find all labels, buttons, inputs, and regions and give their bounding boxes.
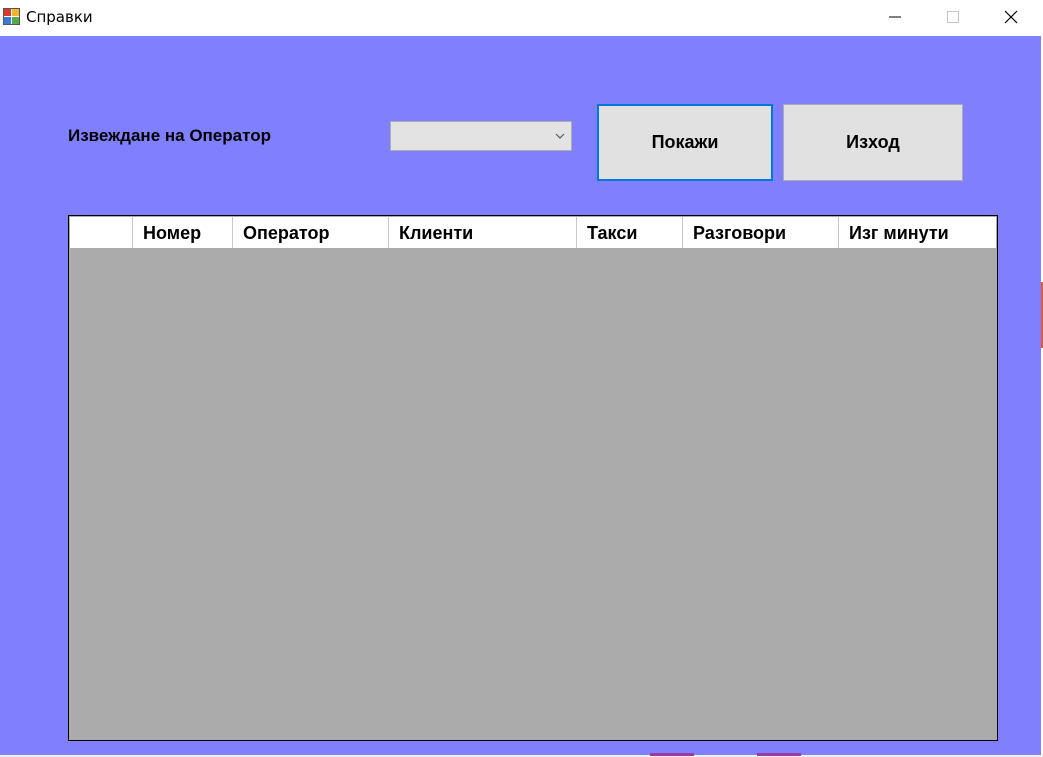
minimize-icon — [889, 16, 901, 18]
close-button[interactable] — [982, 0, 1040, 34]
operator-label: Извеждане на Оператор — [68, 126, 271, 145]
column-header-number[interactable]: Номер — [133, 217, 233, 248]
grid-header-row: Номер Оператор Клиенти Такси Разговори И… — [70, 217, 996, 248]
maximize-icon — [947, 11, 959, 23]
background-window-fragment — [650, 753, 694, 756]
form-client-area: Извеждане на Оператор Покажи Изход Номер… — [0, 36, 1041, 755]
operator-select[interactable] — [390, 121, 572, 151]
chevron-down-icon — [555, 133, 565, 139]
operators-data-grid[interactable]: Номер Оператор Клиенти Такси Разговори И… — [68, 215, 998, 741]
column-header-calls[interactable]: Разговори — [683, 217, 839, 248]
window-title: Справки — [26, 8, 93, 26]
background-window-fragment — [757, 753, 801, 756]
title-bar[interactable]: Справки — [0, 0, 1043, 36]
reports-window: Справки Извеждане на Оператор Покажи Изх… — [0, 0, 1043, 757]
row-header-corner[interactable] — [70, 217, 133, 248]
app-icon — [3, 8, 20, 25]
exit-button[interactable]: Изход — [783, 104, 963, 181]
column-header-operator[interactable]: Оператор — [233, 217, 389, 248]
column-header-used-minutes[interactable]: Изг минути — [839, 217, 996, 248]
column-header-fees[interactable]: Такси — [577, 217, 683, 248]
minimize-button[interactable] — [866, 0, 924, 34]
maximize-button[interactable] — [924, 0, 982, 34]
close-icon — [1004, 10, 1018, 24]
column-header-clients[interactable]: Клиенти — [389, 217, 577, 248]
show-button[interactable]: Покажи — [597, 104, 773, 181]
